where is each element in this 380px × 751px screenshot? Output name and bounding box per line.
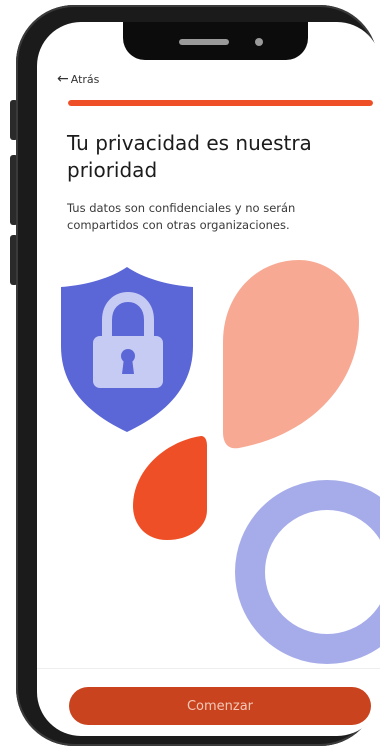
start-button[interactable]: Comenzar [69, 687, 371, 725]
speaker-grille [179, 39, 229, 45]
notch [123, 22, 308, 60]
footer-divider [37, 668, 380, 669]
front-camera [255, 38, 263, 46]
app-screen: ← Atrás Tu privacidad es nuestra priorid… [37, 22, 380, 736]
peach-drop-shape [223, 260, 359, 449]
phone-frame: ← Atrás Tu privacidad es nuestra priorid… [16, 5, 380, 746]
orange-drop-shape [133, 436, 207, 540]
privacy-illustration [61, 260, 380, 664]
lavender-ring-shape [235, 480, 380, 664]
device-mockup: ← Atrás Tu privacidad es nuestra priorid… [0, 0, 380, 751]
